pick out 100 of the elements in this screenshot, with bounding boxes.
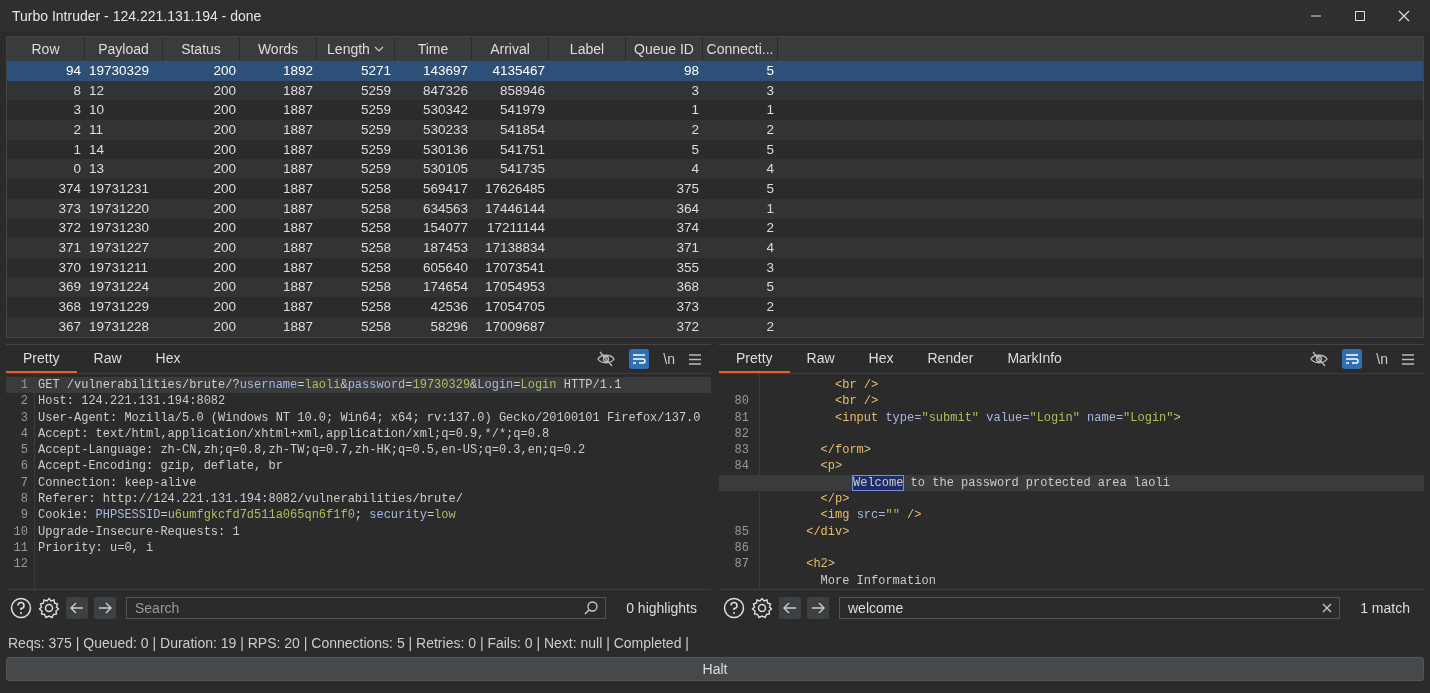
table-cell-text: 17054705 — [483, 298, 546, 317]
table-cell-text: 375 — [675, 179, 700, 198]
table-cell-text: 373 — [57, 199, 82, 218]
help-icon[interactable] — [10, 597, 32, 619]
table-cell-text: 19731220 — [88, 199, 151, 218]
halt-button[interactable]: Halt — [6, 657, 1424, 681]
table-cell-text: 3 — [765, 81, 775, 100]
table-cell-text: 541979 — [498, 101, 546, 120]
editor-tab[interactable]: Raw — [789, 345, 852, 373]
table-row[interactable]: 0 13 200 1887 5259 530105 541735 4 4 — [7, 159, 1423, 180]
editor-tab[interactable]: Raw — [76, 345, 139, 373]
previous-button[interactable] — [779, 597, 801, 619]
newline-toggle[interactable]: \n — [1376, 351, 1388, 367]
table-cell-text: 368 — [675, 278, 700, 297]
table-row[interactable]: 369 19731224 200 1887 5258 174654 17054953 368 5 — [7, 277, 1423, 298]
table-cell-text: 98 — [682, 61, 700, 80]
table-row[interactable]: 367 19731228 200 1887 5258 58296 17009687 372 2 — [7, 316, 1423, 337]
settings-icon[interactable] — [751, 597, 773, 619]
editor-tab[interactable]: Hex — [851, 345, 911, 373]
code-line: <p> — [819, 458, 843, 475]
table-cell-text: 371 — [57, 239, 82, 258]
code-line: </form> — [819, 442, 872, 459]
word-wrap-button[interactable] — [629, 349, 650, 369]
line-number: 2 — [20, 394, 28, 409]
maximize-icon[interactable] — [1354, 10, 1366, 22]
word-wrap-button[interactable] — [1342, 349, 1363, 369]
wrap-icon — [632, 353, 647, 365]
table-cell-text: 530233 — [421, 120, 469, 139]
eye-slash-icon[interactable] — [597, 351, 616, 367]
line-number: 87 — [734, 557, 749, 572]
menu-icon[interactable] — [689, 353, 701, 365]
table-cell-text: 19731231 — [88, 179, 151, 198]
clear-icon[interactable] — [1322, 603, 1333, 613]
next-button[interactable] — [807, 597, 829, 619]
table-cell-text: 5258 — [359, 258, 392, 277]
eye-slash-icon[interactable] — [1310, 351, 1329, 367]
table-row[interactable]: 371 19731227 200 1887 5258 187453 17138834 371 4 — [7, 238, 1423, 258]
table-cell-text: 200 — [212, 61, 237, 80]
table-cell-text: 368 — [57, 298, 82, 317]
table-cell-text: 5271 — [359, 61, 392, 80]
table-cell-text: 200 — [212, 219, 237, 238]
table-cell-text: 17138834 — [483, 239, 546, 258]
search-field[interactable]: welcome — [839, 597, 1341, 619]
code-line: <img src="" /> — [819, 507, 922, 524]
search-field[interactable]: Search — [126, 597, 607, 619]
help-icon[interactable] — [723, 597, 745, 619]
table-cell-text: 200 — [212, 239, 237, 258]
editor-tab[interactable]: Pretty — [719, 345, 790, 373]
previous-button[interactable] — [66, 597, 88, 619]
editor-tab[interactable]: MarkInfo — [990, 345, 1079, 373]
table-cell-text: 858946 — [498, 81, 546, 100]
code-line: Cookie: PHPSESSID=u6umfgkcfd7d511a065qn6f1f0; security=low — [37, 507, 456, 524]
editor-tab[interactable]: Pretty — [6, 345, 77, 373]
code-line: Host: 124.221.131.194:8082 — [37, 393, 226, 410]
table-cell-text: 569417 — [421, 179, 469, 198]
window-title: Turbo Intruder - 124.221.131.194 - done — [12, 8, 262, 24]
line-number: 81 — [734, 410, 749, 425]
search-icon[interactable] — [584, 601, 599, 615]
menu-icon[interactable] — [1402, 353, 1414, 365]
code-line: </p> — [819, 491, 850, 508]
table-cell-text: 3 — [765, 258, 775, 277]
table-cell-text: 371 — [675, 239, 700, 258]
table-cell-text: 13 — [88, 160, 106, 179]
table-cell-text: 2 — [765, 298, 775, 317]
table-cell-text: 200 — [212, 160, 237, 179]
close-icon[interactable] — [1398, 10, 1410, 22]
table-cell-text: 200 — [212, 317, 237, 336]
table-cell-text: 1887 — [281, 219, 314, 238]
code-line: GET /vulnerabilities/brute/?username=laoli&password=19730329&Login=Login HTTP/1.1 — [37, 377, 622, 394]
line-number: 86 — [734, 540, 749, 555]
table-cell-text: 847326 — [421, 81, 469, 100]
table-cell-text: 1 — [765, 199, 775, 218]
table-cell-text: 1887 — [281, 101, 314, 120]
line-number: 82 — [734, 426, 749, 441]
table-cell-text: 2 — [765, 120, 775, 139]
table-row[interactable]: 373 19731220 200 1887 5258 634563 17446144 364 1 — [7, 198, 1423, 219]
editor-tab[interactable]: Hex — [138, 345, 198, 373]
table-cell-text: 373 — [675, 298, 700, 317]
table-cell-text: 5259 — [359, 81, 392, 100]
table-cell-text: 200 — [212, 179, 237, 198]
table-cell-text: 1887 — [281, 258, 314, 277]
line-number: 7 — [20, 475, 28, 490]
line-number: 3 — [20, 410, 28, 425]
settings-icon[interactable] — [38, 597, 60, 619]
table-row[interactable]: 2 11 200 1887 5259 530233 541854 2 2 — [7, 120, 1423, 140]
code-line: <br /> — [834, 377, 879, 394]
table-cell-text: 94 — [64, 61, 82, 80]
newline-toggle[interactable]: \n — [663, 351, 675, 367]
code-line: Accept: text/html,application/xhtml+xml,application/xml;q=0.9,*/*;q=0.8 — [37, 425, 550, 443]
next-button[interactable] — [94, 597, 116, 619]
table-cell-text: 200 — [212, 278, 237, 297]
table-cell-text: 200 — [212, 298, 237, 317]
table-cell-text: 1 — [690, 101, 700, 120]
code-line: Upgrade-Insecure-Requests: 1 — [37, 523, 240, 540]
table-row[interactable]: 8 12 200 1887 5259 847326 858946 3 3 — [7, 80, 1423, 101]
table-cell-text: 5259 — [359, 140, 392, 159]
table-cell-text: 530136 — [421, 140, 469, 159]
editor-tab[interactable]: Render — [910, 345, 991, 373]
table-cell-text: 2 — [765, 317, 775, 336]
table-row[interactable]: 94 19730329 200 1892 5271 143697 4135467 98 5 — [7, 61, 1423, 81]
